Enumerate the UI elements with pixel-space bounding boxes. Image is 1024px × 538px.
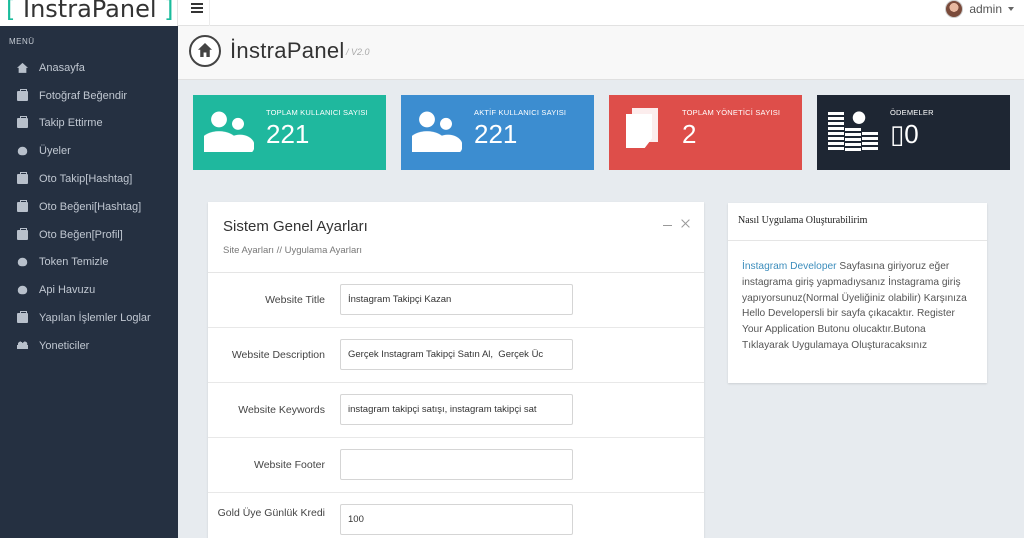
documents-icon	[620, 108, 670, 152]
field-label: Website Description	[231, 349, 325, 361]
sidebar-item-üyeler[interactable]: Üyeler	[0, 137, 178, 165]
user-name: admin	[969, 2, 1002, 16]
page-header: İnstraPanel / V2.0	[178, 26, 1024, 80]
home-icon[interactable]	[189, 35, 221, 67]
minimize-icon[interactable]	[663, 225, 672, 226]
form-row-website-description: Website Description	[208, 328, 704, 383]
info-panel: Nasıl Uygulama Oluşturabilirim İnstagram…	[728, 203, 987, 383]
sidebar-item-takip-ettirme[interactable]: Takip Ettirme	[0, 110, 178, 138]
stat-value: 2	[682, 119, 697, 149]
sidebar-item-label: Anasayfa	[39, 61, 85, 74]
sidebar-item-yoneticiler[interactable]: Yoneticiler	[0, 332, 178, 360]
stat-label: TOPLAM YÖNETİCİ SAYISI	[682, 108, 781, 117]
users-icon	[204, 108, 254, 152]
caret-down-icon	[1008, 7, 1014, 11]
sidebar-item-oto-takip-hashtag[interactable]: Oto Takip[Hashtag]	[0, 165, 178, 193]
settings-panel: Sistem Genel Ayarları Site Ayarları // U…	[208, 202, 704, 538]
sidebar-menu-title: MENÜ	[9, 37, 35, 46]
sidebar-item-label: Fotoğraf Beğendir	[39, 89, 128, 102]
sidebar-item-anasayfa[interactable]: Anasayfa	[0, 54, 178, 82]
settings-panel-title: Sistem Genel Ayarları	[223, 218, 368, 235]
briefcase-icon	[17, 172, 28, 185]
hamburger-menu-button[interactable]	[186, 0, 210, 26]
users-icon	[17, 340, 28, 351]
briefcase-icon	[17, 199, 28, 212]
sidebar-item-label: Token Temizle	[39, 256, 109, 269]
bug-icon	[17, 258, 28, 267]
sidebar-item-token-temizle[interactable]: Token Temizle	[0, 249, 178, 277]
info-text: Sayfasına giriyoruz eğer instagrama giri…	[742, 261, 967, 351]
stat-value: ▯0	[890, 119, 919, 149]
website-title-input[interactable]	[340, 284, 573, 315]
stat-card-payments: ÖDEMELER ▯0	[817, 95, 1010, 170]
form-row-website-keywords: Website Keywords	[208, 383, 704, 438]
sidebar: MENÜ Anasayfa Fotoğraf Beğendir Takip Etti…	[0, 26, 178, 538]
users-icon	[412, 108, 462, 152]
hamburger-icon	[191, 3, 203, 5]
field-label: Website Keywords	[238, 404, 325, 416]
website-footer-input[interactable]	[340, 449, 573, 480]
stat-card-active-users: AKTİF KULLANICI SAYISI 221	[401, 95, 594, 170]
page-title: İnstraPanel	[230, 38, 345, 63]
form-row-gold-daily-credit: Gold Üye Günlük Kredi	[208, 493, 704, 538]
stat-value: 221	[474, 119, 518, 149]
brand-logo[interactable]: [ İnstraPanel ]	[0, 0, 178, 26]
website-description-input[interactable]	[340, 339, 573, 370]
sidebar-item-label: Yapılan İşlemler Loglar	[39, 312, 151, 325]
sidebar-item-oto-beğeni-hashtag[interactable]: Oto Beğeni[Hashtag]	[0, 193, 178, 221]
stat-card-total-users: TOPLAM KULLANICI SAYISI 221	[193, 95, 386, 170]
stat-label: AKTİF KULLANICI SAYISI	[474, 108, 567, 117]
instagram-developer-link[interactable]: İnstagram Developer	[742, 261, 837, 272]
brand-bracket-open: [	[6, 0, 16, 23]
breadcrumb: Site Ayarları // Uygulama Ayarları	[223, 245, 363, 256]
user-menu[interactable]: admin	[945, 0, 1014, 18]
sidebar-item-label: Üyeler	[39, 145, 71, 158]
close-icon[interactable]	[681, 219, 690, 228]
top-navbar: [ İnstraPanel ] admin	[0, 0, 1024, 26]
sidebar-item-label: Yoneticiler	[39, 339, 90, 352]
sidebar-item-label: Api Havuzu	[39, 284, 96, 297]
info-panel-title: Nasıl Uygulama Oluşturabilirim	[728, 203, 987, 241]
sidebar-item-label: Oto Beğeni[Hashtag]	[39, 200, 142, 213]
brand-bracket-close: ]	[164, 0, 174, 23]
gold-daily-credit-input[interactable]	[340, 504, 573, 535]
sidebar-item-api-havuzu[interactable]: Api Havuzu	[0, 276, 178, 304]
briefcase-icon	[17, 88, 28, 101]
sidebar-menu: Anasayfa Fotoğraf Beğendir Takip Ettirme Üy…	[0, 54, 178, 360]
briefcase-icon	[17, 311, 28, 324]
home-icon	[17, 62, 28, 73]
stat-value: 221	[266, 119, 310, 149]
money-icon	[828, 108, 878, 152]
briefcase-icon	[17, 116, 28, 129]
sidebar-item-label: Takip Ettirme	[39, 117, 103, 130]
field-label: Website Title	[265, 294, 325, 306]
hamburger-icon-line	[191, 11, 203, 13]
info-panel-body: İnstagram Developer Sayfasına giriyoruz …	[728, 241, 987, 354]
page-version: / V2.0	[346, 47, 370, 57]
sidebar-item-label: Oto Takip[Hashtag]	[39, 173, 133, 186]
sidebar-item-label: Oto Beğen[Profil]	[39, 228, 123, 241]
bug-icon	[17, 147, 28, 156]
stat-label: TOPLAM KULLANICI SAYISI	[266, 108, 368, 117]
briefcase-icon	[17, 227, 28, 240]
form-row-website-title: Website Title	[208, 273, 704, 328]
stat-label: ÖDEMELER	[890, 108, 934, 117]
avatar	[945, 0, 964, 18]
field-label: Website Footer	[253, 459, 325, 471]
sidebar-item-fotoğraf-beğendir[interactable]: Fotoğraf Beğendir	[0, 82, 178, 110]
form-row-website-footer: Website Footer	[208, 438, 704, 493]
stat-card-total-admins: TOPLAM YÖNETİCİ SAYISI 2	[609, 95, 802, 170]
brand-name: İnstraPanel	[15, 0, 165, 23]
field-label: Gold Üye Günlük Kredi	[217, 507, 325, 519]
hamburger-icon-line	[191, 7, 203, 9]
sidebar-item-yapılan-i-şlemler-loglar[interactable]: Yapılan İşlemler Loglar	[0, 304, 178, 332]
sidebar-item-oto-beğen-profil[interactable]: Oto Beğen[Profil]	[0, 221, 178, 249]
panel-tools	[663, 219, 690, 228]
bug-icon	[17, 286, 28, 295]
website-keywords-input[interactable]	[340, 394, 573, 425]
settings-panel-header: Sistem Genel Ayarları Site Ayarları // U…	[208, 202, 704, 273]
